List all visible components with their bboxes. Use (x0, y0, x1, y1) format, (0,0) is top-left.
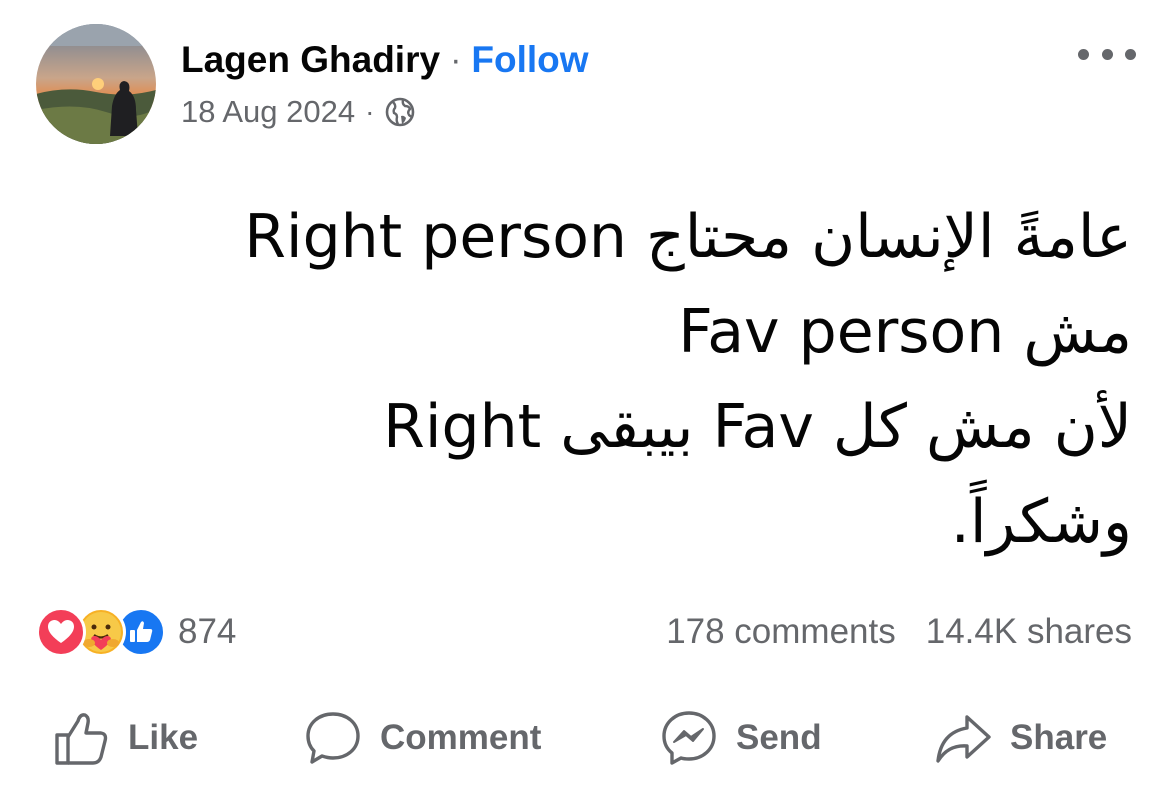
more-dot-icon (1101, 48, 1113, 60)
more-dot-icon (1125, 48, 1136, 60)
action-bar: Like Comment Send Share (0, 700, 1170, 776)
avatar[interactable] (36, 24, 156, 144)
post-text-line: وشكراً. (950, 487, 1132, 557)
feed-post: Lagen Ghadiry · Follow 18 Aug 2024 · عام… (0, 0, 1170, 788)
post-date[interactable]: 18 Aug 2024 (181, 94, 355, 130)
post-text-line: لأن مش كل Fav بيبقى Right (383, 392, 1132, 462)
messenger-icon (662, 711, 716, 765)
engagement-stats: 178 comments 14.4K shares (666, 608, 1132, 656)
more-options-button[interactable] (1078, 36, 1136, 72)
comment-bubble-icon (306, 712, 360, 764)
follow-button[interactable]: Follow (471, 39, 588, 81)
more-dot-icon (1078, 48, 1089, 60)
reaction-count: 874 (178, 612, 237, 651)
author-name[interactable]: Lagen Ghadiry (181, 39, 440, 81)
post-text-line: عامةً الإنسان محتاج Right person (244, 202, 1132, 272)
post-text-line: مش Fav person (678, 297, 1132, 367)
comment-button[interactable]: Comment (304, 700, 541, 776)
shares-count-link[interactable]: 14.4K shares (926, 612, 1132, 652)
globe-icon (386, 97, 415, 127)
post-text: عامةً الإنسان محتاج Right person مش Fav … (40, 190, 1132, 570)
avatar-image (36, 24, 156, 144)
separator-dot: · (365, 96, 375, 127)
send-label: Send (736, 718, 822, 757)
send-button[interactable]: Send (660, 700, 822, 776)
comment-label: Comment (380, 718, 542, 757)
author-line: Lagen Ghadiry · Follow (181, 38, 589, 82)
comments-count-link[interactable]: 178 comments (666, 612, 896, 652)
share-button[interactable]: Share (934, 700, 1107, 776)
share-arrow-icon (936, 715, 991, 763)
post-meta: 18 Aug 2024 · (181, 92, 416, 132)
thumbs-up-icon (55, 713, 108, 765)
reaction-summary[interactable]: 874 (36, 606, 236, 658)
love-icon (36, 607, 86, 657)
separator-dot: · (450, 40, 462, 79)
share-label: Share (1010, 718, 1108, 757)
like-button[interactable]: Like (52, 700, 198, 776)
like-label: Like (128, 718, 199, 757)
